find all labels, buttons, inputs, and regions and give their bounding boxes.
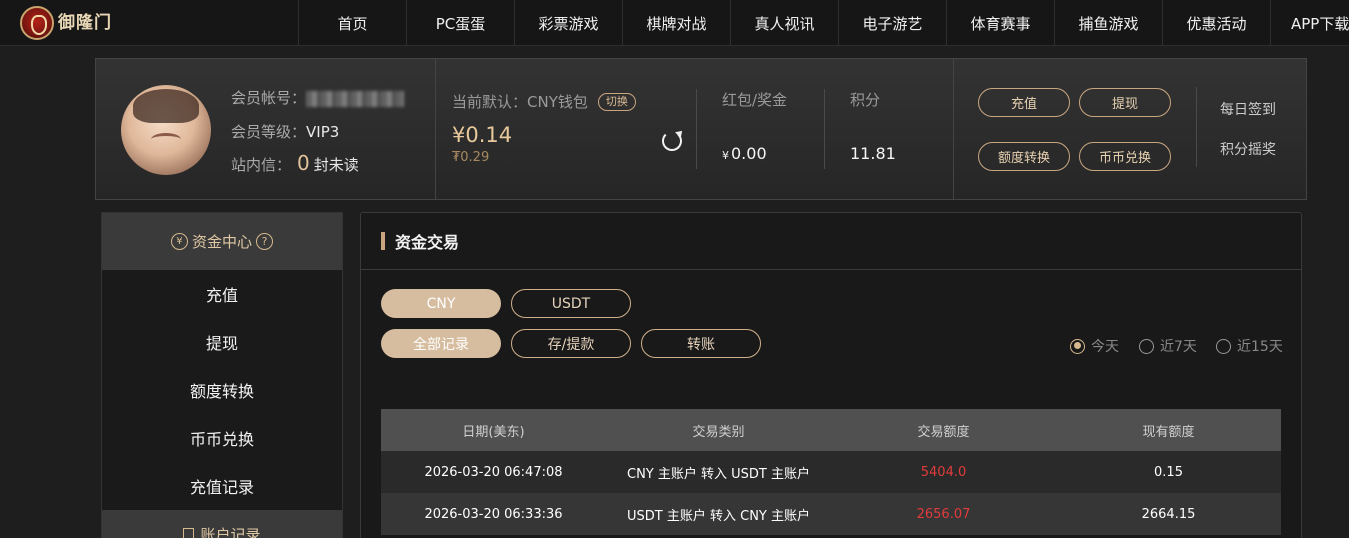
points-label: 积分 — [850, 91, 881, 109]
header-date: 日期(美东) — [462, 424, 525, 440]
header-balance: 现有额度 — [1142, 424, 1195, 440]
bonus-value: ¥0.00 — [722, 144, 767, 163]
nav-item-sports[interactable]: 体育赛事 — [946, 0, 1054, 46]
wallet-default: 当前默认：CNY钱包 切换 — [452, 91, 636, 112]
cell-type: USDT 主账户 转入 CNY 主账户 — [627, 508, 810, 524]
sidebar-header-account-records[interactable]: 账户记录 — [102, 510, 342, 538]
range-7-days-label: 近7天 — [1160, 339, 1197, 355]
nav-item-home[interactable]: 首页 — [298, 0, 406, 46]
tab-currency-cny[interactable]: CNY — [381, 289, 501, 318]
member-level-label: 会员等级： — [231, 123, 307, 141]
nav-menu: 首页 PC蛋蛋 彩票游戏 棋牌对战 真人视讯 电子游艺 体育赛事 捕鱼游戏 优惠… — [298, 0, 1349, 46]
inbox-count[interactable]: 0 — [297, 151, 310, 175]
sidebar-item-exchange[interactable]: 币币兑换 — [102, 414, 342, 462]
member-level-value: VIP3 — [306, 123, 340, 141]
wallet-label: 当前默认：CNY钱包 — [452, 93, 588, 111]
tab-all-records[interactable]: 全部记录 — [381, 329, 501, 358]
member-info: 会员帐号： 会员等级：VIP3 站内信： 0 封未读 — [96, 59, 436, 199]
member-level-line: 会员等级：VIP3 — [231, 121, 339, 142]
page-title: 资金交易 — [361, 213, 1301, 270]
range-7-days[interactable]: 近7天 — [1139, 336, 1197, 356]
cell-type: CNY 主账户 转入 USDT 主账户 — [627, 466, 810, 482]
nav-item-app-download[interactable]: APP下载 — [1270, 0, 1349, 46]
range-15-days-label: 近15天 — [1237, 339, 1283, 355]
sidebar-item-withdraw[interactable]: 提现 — [102, 318, 342, 366]
recharge-button[interactable]: 充值 — [978, 88, 1070, 117]
yuan-icon: ¥ — [170, 233, 188, 250]
account-panel: 会员帐号： 会员等级：VIP3 站内信： 0 封未读 当前默认：CNY钱包 切换 ¥0… — [95, 58, 1307, 200]
points-value: 11.81 — [850, 144, 896, 163]
bonus-label: 红包/奖金 — [722, 91, 788, 109]
sidebar-item-transfer[interactable]: 额度转换 — [102, 366, 342, 414]
wallet-info: 当前默认：CNY钱包 切换 ¥0.14 ₮0.29 红包/奖金 ¥0.00 积分 … — [436, 59, 954, 199]
divider — [824, 89, 825, 169]
page-title-text: 资金交易 — [395, 233, 460, 252]
range-today[interactable]: 今天 — [1070, 336, 1119, 356]
cell-balance: 0.15 — [1154, 464, 1183, 480]
inbox-suffix: 封未读 — [313, 156, 359, 174]
nav-item-fishing[interactable]: 捕鱼游戏 — [1054, 0, 1162, 46]
daily-signin-link[interactable]: 每日签到 — [1220, 99, 1276, 119]
range-today-label: 今天 — [1091, 339, 1119, 355]
exchange-button[interactable]: 币币兑换 — [1079, 142, 1171, 171]
account-actions: 充值 提现 额度转换 币币兑换 每日签到 积分摇奖 — [954, 59, 1306, 199]
divider — [1196, 87, 1197, 167]
inbox-line[interactable]: 站内信： 0 封未读 — [231, 151, 359, 175]
site-logo[interactable]: 御隆门 — [20, 4, 120, 42]
tab-currency-usdt[interactable]: USDT — [511, 289, 631, 318]
help-icon[interactable]: ? — [256, 233, 273, 250]
fund-transactions-panel: 资金交易 CNY USDT 全部记录 存/提款 转账 今天 近7天 近15天 日… — [360, 212, 1302, 538]
bonus-currency: ¥ — [722, 149, 729, 162]
nav-item-promotions[interactable]: 优惠活动 — [1162, 0, 1270, 46]
logo-text: 御隆门 — [58, 12, 112, 33]
nav-item-pc-egg[interactable]: PC蛋蛋 — [406, 0, 514, 46]
sidebar-header-fund-center: ¥ 资金中心 ? — [102, 213, 342, 270]
nav-item-card-games[interactable]: 棋牌对战 — [622, 0, 730, 46]
cell-balance: 2664.15 — [1141, 506, 1196, 522]
tab-deposit-withdraw[interactable]: 存/提款 — [511, 329, 631, 358]
refresh-icon[interactable] — [662, 131, 682, 151]
cell-amount: 2656.07 — [916, 506, 971, 522]
header-amount: 交易额度 — [917, 424, 970, 440]
tab-transfer[interactable]: 转账 — [641, 329, 761, 358]
sidebar-item-recharge[interactable]: 充值 — [102, 270, 342, 318]
table-header: 日期(美东) 交易类别 交易额度 现有额度 — [381, 409, 1281, 451]
sidebar: ¥ 资金中心 ? 充值 提现 额度转换 币币兑换 充值记录 账户记录 — [101, 212, 343, 538]
cell-amount: 5404.0 — [920, 464, 967, 480]
radio-icon — [1216, 338, 1231, 354]
bonus-amount: 0.00 — [731, 144, 767, 163]
wallet-balance: ¥0.14 — [452, 123, 513, 147]
title-accent-bar — [381, 232, 385, 250]
inbox-label: 站内信： — [231, 156, 292, 174]
transfer-button[interactable]: 额度转换 — [978, 142, 1070, 171]
divider — [696, 89, 697, 169]
transactions-table: 日期(美东) 交易类别 交易额度 现有额度 2026-03-20 06:47:0… — [381, 409, 1281, 535]
logo-emblem-icon — [20, 6, 54, 40]
top-nav: 御隆门 首页 PC蛋蛋 彩票游戏 棋牌对战 真人视讯 电子游艺 体育赛事 捕鱼游… — [0, 0, 1349, 46]
nav-item-live-casino[interactable]: 真人视讯 — [730, 0, 838, 46]
switch-wallet-button[interactable]: 切换 — [597, 93, 636, 111]
wallet-balance-usdt: ₮0.29 — [452, 150, 490, 165]
table-row: 2026-03-20 06:47:08 CNY 主账户 转入 USDT 主账户 … — [381, 451, 1281, 493]
member-account-label: 会员帐号： — [231, 89, 307, 107]
cell-date: 2026-03-20 06:47:08 — [424, 464, 563, 480]
header-type: 交易类别 — [692, 424, 745, 440]
cell-date: 2026-03-20 06:33:36 — [424, 506, 563, 522]
member-account-line: 会员帐号： — [231, 87, 405, 108]
range-15-days[interactable]: 近15天 — [1216, 336, 1283, 356]
avatar[interactable] — [121, 85, 211, 175]
withdraw-button[interactable]: 提现 — [1079, 88, 1171, 117]
member-account-value-redacted — [306, 90, 405, 107]
sidebar-item-recharge-records[interactable]: 充值记录 — [102, 462, 342, 510]
sidebar-header-label: 资金中心 — [191, 233, 252, 251]
radio-icon — [1139, 338, 1154, 354]
nav-item-slots[interactable]: 电子游艺 — [838, 0, 946, 46]
radio-selected-icon — [1070, 338, 1085, 354]
nav-item-lottery[interactable]: 彩票游戏 — [514, 0, 622, 46]
table-row: 2026-03-20 06:33:36 USDT 主账户 转入 CNY 主账户 … — [381, 493, 1281, 535]
points-lottery-link[interactable]: 积分摇奖 — [1220, 139, 1276, 159]
sidebar-header2-label: 账户记录 — [200, 525, 261, 538]
document-icon — [183, 527, 195, 538]
